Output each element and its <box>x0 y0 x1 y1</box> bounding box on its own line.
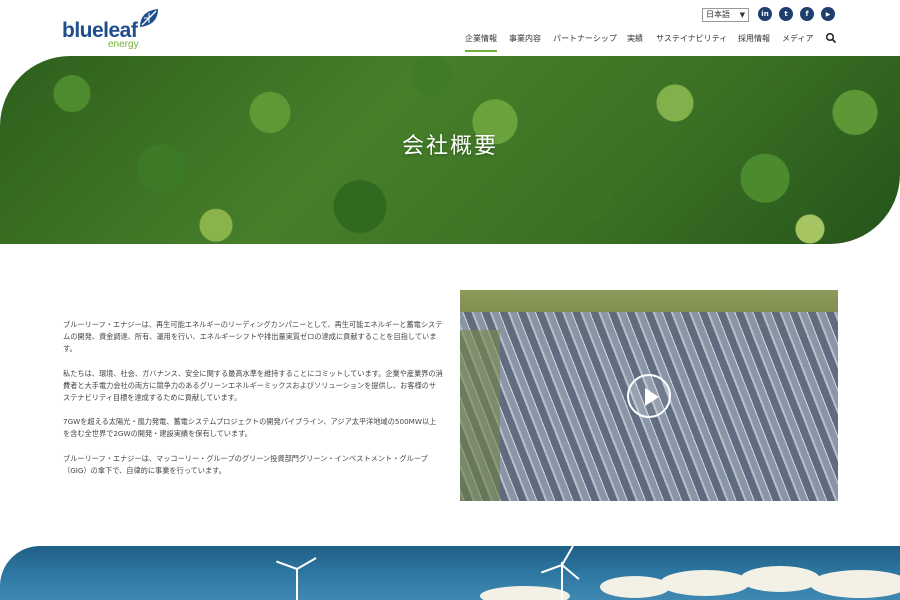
cloud-shape <box>600 576 670 598</box>
language-value: 日本語 <box>706 10 730 19</box>
cloud-shape <box>740 566 820 592</box>
search-icon[interactable] <box>825 32 837 44</box>
chevron-down-icon: ▼ <box>739 11 745 19</box>
company-intro: ブルーリーフ・エナジーは、再生可能エネルギーのリーディングカンパニーとして、再生… <box>63 319 443 489</box>
twitter-icon[interactable]: t <box>779 7 793 21</box>
site-header: blueleaf energy 日本語 ▼ in t f ▶ 企業情報 事業内容… <box>0 0 900 56</box>
nav-item-company[interactable]: 企業情報 <box>465 33 497 52</box>
grass-strip <box>460 330 500 501</box>
intro-paragraph: ブルーリーフ・エナジーは、マッコーリー・グループのグリーン投資部門グリーン・イン… <box>63 453 428 475</box>
intro-paragraph: 私たちは、環境、社会、ガバナンス、安全に関する最高水準を維持することにコミットし… <box>63 368 443 403</box>
cloud-shape <box>480 586 570 600</box>
nav-item-media[interactable]: メディア <box>782 33 813 44</box>
nav-item-sustainability[interactable]: サステイナビリティ <box>656 33 727 44</box>
nav-item-track-record[interactable]: 実績 <box>627 33 643 44</box>
turbine-blade <box>561 546 574 566</box>
language-select[interactable]: 日本語 ▼ <box>702 8 749 22</box>
main-nav: 企業情報 事業内容 パートナーシップ 実績 サステイナビリティ 採用情報 メディ… <box>0 33 900 52</box>
turbine-blade <box>296 557 317 570</box>
cloud-shape <box>810 570 900 598</box>
intro-paragraph: 7GWを超える太陽光・風力発電、蓄電システムプロジェクトの開発パイプライン、アジ… <box>63 417 437 439</box>
wind-turbine-banner <box>0 546 900 600</box>
facebook-icon[interactable]: f <box>800 7 814 21</box>
hero-banner: 会社概要 <box>0 56 900 244</box>
turbine-blade <box>540 564 563 574</box>
cloud-shape <box>660 570 750 596</box>
nav-item-partnership[interactable]: パートナーシップ <box>553 33 617 44</box>
turbine-blade <box>561 564 580 580</box>
play-icon[interactable] <box>627 374 671 418</box>
leaf-icon <box>140 9 158 27</box>
turbine-blade <box>296 569 298 583</box>
page-title: 会社概要 <box>401 134 498 159</box>
linkedin-icon[interactable]: in <box>758 7 772 21</box>
youtube-icon[interactable]: ▶ <box>821 7 835 21</box>
nav-item-business[interactable]: 事業内容 <box>509 33 541 44</box>
turbine-blade <box>275 560 298 570</box>
intro-paragraph: ブルーリーフ・エナジーは、再生可能エネルギーのリーディングカンパニーとして、再生… <box>63 320 443 354</box>
nav-item-careers[interactable]: 採用情報 <box>738 33 770 44</box>
